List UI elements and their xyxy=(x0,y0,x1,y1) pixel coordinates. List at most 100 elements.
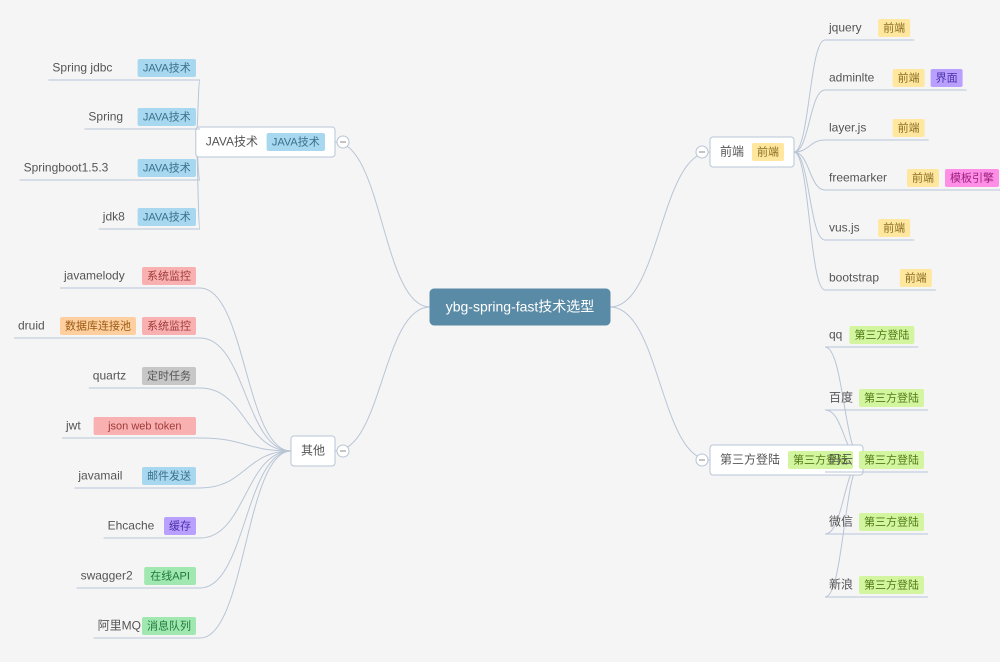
edge xyxy=(335,142,430,307)
leaf-label: layer.js xyxy=(829,121,866,135)
tag-label: JAVA技术 xyxy=(143,61,191,74)
tag-label: 前端 xyxy=(912,170,934,184)
tag-label: 第三方登陆 xyxy=(854,327,909,341)
leaf-node[interactable]: 百度第三方登陆 xyxy=(825,389,928,410)
leaf-label: Spring xyxy=(88,110,123,124)
edge xyxy=(200,451,291,488)
leaf-node[interactable]: Spring jdbc JAVA技术 xyxy=(48,59,200,80)
tag-label: 第三方登陆 xyxy=(864,390,919,404)
branch-node[interactable]: 前端前端 xyxy=(710,137,794,167)
tag-label: 第三方登陆 xyxy=(864,452,919,466)
leaf-label: 码云 xyxy=(829,453,853,467)
leaf-node[interactable]: qq 第三方登陆 xyxy=(825,326,918,347)
leaf-node[interactable]: 微信第三方登陆 xyxy=(825,513,928,534)
edge xyxy=(794,40,825,152)
leaf-label: qq xyxy=(829,328,842,342)
branch-label: 第三方登陆 xyxy=(720,452,780,467)
tag-label: JAVA技术 xyxy=(272,135,320,148)
branch-label: 前端 xyxy=(720,144,744,159)
leaf-label: jdk8 xyxy=(102,210,125,224)
tag-label: json web token xyxy=(107,420,181,432)
tag-label: JAVA技术 xyxy=(143,110,191,123)
center-node[interactable]: ybg-spring-fast技术选型 xyxy=(430,289,610,325)
tag-label: 定时任务 xyxy=(147,368,191,382)
leaf-node[interactable]: Ehcache 缓存 xyxy=(104,517,200,538)
leaf-node[interactable]: 新浪第三方登陆 xyxy=(825,576,928,597)
leaf-node[interactable]: druid 数据库连接池 系统监控 xyxy=(14,317,200,338)
tag-label: 第三方登陆 xyxy=(864,577,919,591)
leaf-label: javamail xyxy=(77,469,122,483)
tag-label: 界面 xyxy=(936,71,958,84)
leaf-node[interactable]: freemarker 前端 模板引擎 xyxy=(825,169,1000,190)
center-title: ybg-spring-fast技术选型 xyxy=(446,299,595,315)
leaf-label: 新浪 xyxy=(829,577,853,592)
edge xyxy=(200,288,291,451)
edge xyxy=(200,388,291,451)
tag-label: 模板引擎 xyxy=(950,170,994,184)
tag-label: 前端 xyxy=(757,144,779,158)
leaf-node[interactable]: javamail 邮件发送 xyxy=(74,467,200,488)
branch-label: JAVA技术 xyxy=(206,135,258,149)
leaf-label: druid xyxy=(18,319,45,333)
leaf-node[interactable]: jquery 前端 xyxy=(825,19,914,40)
leaf-label: vus.js xyxy=(829,221,860,235)
leaf-label: 微信 xyxy=(829,515,853,529)
tag-label: 缓存 xyxy=(169,518,191,532)
leaf-node[interactable]: Spring JAVA技术 xyxy=(84,108,200,129)
edge xyxy=(200,451,291,538)
edge xyxy=(335,307,430,451)
tag-label: 数据库连接池 xyxy=(65,318,131,332)
tag-label: 前端 xyxy=(883,20,905,34)
leaf-node[interactable]: quartz 定时任务 xyxy=(89,367,200,388)
tag-label: 消息队列 xyxy=(147,618,191,632)
leaf-label: Spring jdbc xyxy=(52,61,112,75)
leaf-label: quartz xyxy=(93,369,126,383)
leaf-node[interactable]: jdk8 JAVA技术 xyxy=(99,208,200,229)
leaf-label: freemarker xyxy=(829,171,887,185)
edge xyxy=(794,152,825,240)
leaf-label: javamelody xyxy=(63,269,125,283)
leaf-label: swagger2 xyxy=(81,569,133,583)
leaf-node[interactable]: layer.js 前端 xyxy=(825,119,929,140)
tag-label: 系统监控 xyxy=(147,268,191,282)
expand-toggle[interactable] xyxy=(337,136,349,148)
tag-label: 前端 xyxy=(883,220,905,234)
leaf-label: bootstrap xyxy=(829,271,879,285)
leaf-node[interactable]: javamelody 系统监控 xyxy=(60,267,200,288)
leaf-label: adminlte xyxy=(829,71,875,85)
leaf-label: Ehcache xyxy=(108,519,155,533)
edge xyxy=(200,451,291,588)
tag-label: JAVA技术 xyxy=(143,210,191,223)
branch-label: 其他 xyxy=(301,444,325,458)
edge xyxy=(610,152,710,307)
leaf-label: jwt xyxy=(65,419,81,433)
leaf-label: 阿里MQ xyxy=(98,619,141,633)
leaf-label: 百度 xyxy=(829,390,853,405)
tag-label: 系统监控 xyxy=(147,318,191,332)
branch-node[interactable]: 其他 xyxy=(291,436,335,466)
leaf-node[interactable]: Springboot1.5.3 JAVA技术 xyxy=(20,159,200,180)
tag-label: 邮件发送 xyxy=(147,468,191,482)
tag-label: 第三方登陆 xyxy=(864,514,919,528)
edge xyxy=(610,307,710,460)
tag-label: 前端 xyxy=(898,120,920,134)
leaf-label: jquery xyxy=(828,21,862,35)
expand-toggle[interactable] xyxy=(696,454,708,466)
leaf-node[interactable]: vus.js 前端 xyxy=(825,219,914,240)
tag-label: JAVA技术 xyxy=(143,161,191,174)
leaf-node[interactable]: bootstrap 前端 xyxy=(825,269,936,290)
leaf-node[interactable]: jwt json web token xyxy=(62,417,200,438)
expand-toggle[interactable] xyxy=(696,146,708,158)
branch-node[interactable]: JAVA技术 JAVA技术 xyxy=(196,127,335,157)
leaf-node[interactable]: 阿里MQ 消息队列 xyxy=(94,617,200,638)
edge xyxy=(794,152,825,290)
leaf-label: Springboot1.5.3 xyxy=(24,161,109,175)
tag-label: 前端 xyxy=(898,70,920,84)
tag-label: 前端 xyxy=(905,270,927,284)
edge xyxy=(200,451,291,638)
leaf-node[interactable]: adminlte 前端 界面 xyxy=(825,69,967,90)
leaf-node[interactable]: swagger2 在线API xyxy=(77,567,200,588)
edge xyxy=(200,338,291,451)
tag-label: 在线API xyxy=(150,568,190,582)
expand-toggle[interactable] xyxy=(337,445,349,457)
